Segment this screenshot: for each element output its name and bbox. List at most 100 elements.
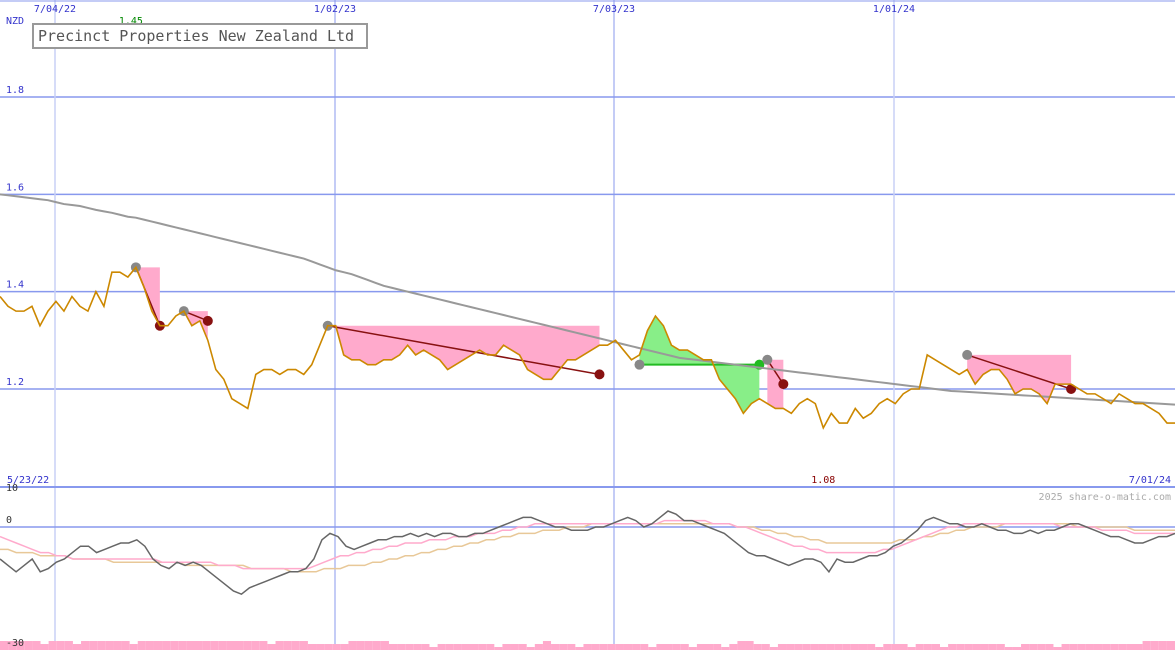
- grid: [0, 0, 1175, 650]
- volume-bar: [24, 641, 33, 650]
- series-lines: [0, 193, 1175, 430]
- volume-bar: [210, 641, 219, 650]
- low-label: 1.08: [811, 475, 835, 486]
- volume-bar: [186, 641, 195, 650]
- volume-bar: [372, 641, 381, 650]
- volume-bar: [680, 644, 689, 650]
- x-tick-label: 7/04/22: [34, 4, 76, 15]
- x-tick-label: 1/01/24: [873, 4, 915, 15]
- pattern-shading: [130, 262, 1077, 414]
- volume-bar: [380, 641, 389, 650]
- volume-bar: [972, 644, 981, 650]
- x-tick-label: 7/03/23: [593, 4, 635, 15]
- volume-bar: [437, 644, 446, 650]
- volume-bar: [696, 644, 705, 650]
- volume-bar: [445, 644, 454, 650]
- volume-bar: [275, 641, 284, 650]
- volume-bar: [980, 644, 989, 650]
- volume-bar: [1085, 644, 1094, 650]
- volume-bar: [1069, 644, 1078, 650]
- volume-bar: [834, 644, 843, 650]
- volume-bar: [121, 641, 130, 650]
- volume-bar: [194, 641, 203, 650]
- volume-bar: [40, 644, 49, 650]
- volume-bar: [170, 641, 179, 650]
- volume-bar: [137, 641, 146, 650]
- volume-bar: [737, 641, 746, 650]
- volume-bar: [948, 644, 957, 650]
- volume-bar: [153, 641, 163, 650]
- volume-bar: [615, 644, 624, 650]
- chart-title: Precinct Properties New Zealand Ltd: [38, 27, 354, 45]
- volume-bar: [307, 644, 317, 650]
- volume-bar: [664, 644, 673, 650]
- volume-bar: [761, 644, 770, 650]
- volume-bar: [1110, 644, 1119, 650]
- volume-bar: [1037, 644, 1046, 650]
- volume-bar: [542, 641, 552, 650]
- volume-bar: [534, 644, 543, 650]
- volume-bar: [1134, 644, 1143, 650]
- volume-bar: [786, 644, 795, 650]
- volume-bar: [1093, 644, 1103, 650]
- volume-bar: [364, 641, 373, 650]
- volume-bar: [802, 644, 811, 650]
- volume-bar: [105, 641, 114, 650]
- pattern-end-marker: [594, 369, 605, 380]
- volume-bar: [1142, 641, 1151, 650]
- volume-bar: [850, 644, 859, 650]
- volume-bar: [251, 641, 260, 650]
- volume-bar: [559, 644, 568, 650]
- volume-bar: [332, 644, 341, 650]
- volume-bar: [267, 644, 276, 650]
- y-tick-label: 1.4: [6, 280, 24, 291]
- volume-bar: [826, 644, 835, 650]
- volume-bar: [899, 644, 908, 650]
- volume-bar: [745, 641, 754, 650]
- volume-bar: [883, 644, 892, 650]
- osc-y-tick-label: 0: [6, 515, 12, 526]
- volume-bar: [964, 644, 973, 650]
- x-range-end-label: 7/01/24: [1129, 475, 1171, 486]
- volume-bar: [891, 644, 900, 650]
- volume-bar: [64, 641, 73, 650]
- volume-bar: [623, 644, 633, 650]
- pattern-start-marker: [634, 359, 645, 370]
- y-tick-label: 1.8: [6, 85, 24, 96]
- pattern-end-marker: [202, 315, 213, 326]
- volume-bar: [461, 644, 470, 650]
- volume-bar: [729, 644, 738, 650]
- volume-bar: [486, 644, 495, 650]
- osc-y-tick-label: -30: [6, 638, 24, 649]
- volume-bar: [97, 641, 106, 650]
- volume-bar: [1102, 644, 1111, 650]
- volume-bar: [1029, 644, 1038, 650]
- volume-bar: [56, 641, 65, 650]
- volume-bar: [672, 644, 681, 650]
- volume-bar: [291, 641, 300, 650]
- volume-bar: [1045, 644, 1054, 650]
- volume-bar: [178, 641, 187, 650]
- volume-bar: [656, 644, 665, 650]
- y-tick-label: 1.6: [6, 182, 24, 193]
- volume-bar: [599, 644, 608, 650]
- volume-bar: [72, 644, 82, 650]
- volume-bar: [397, 644, 406, 650]
- volume-bar: [988, 644, 997, 650]
- volume-bar: [867, 644, 876, 650]
- volume-bar: [405, 644, 414, 650]
- volume-bar: [81, 641, 90, 650]
- osc-pink-line: [0, 519, 1175, 570]
- price-chart: 1.8 1.6 1.4 1.2 7/04/22 1/02/23 7/03/23 1/01/24…: [0, 0, 1175, 650]
- volume-bar: [518, 644, 527, 650]
- volume-bar: [591, 644, 600, 650]
- currency-label: NZD: [6, 16, 24, 27]
- volume-bar: [470, 644, 479, 650]
- volume-bar: [777, 644, 787, 650]
- volume-bar: [632, 644, 641, 650]
- volume-bar: [32, 641, 41, 650]
- volume-bar: [162, 641, 171, 650]
- osc-y-tick-label: 10: [6, 483, 18, 494]
- volume-bar: [996, 644, 1005, 650]
- pattern-end-marker: [778, 379, 789, 390]
